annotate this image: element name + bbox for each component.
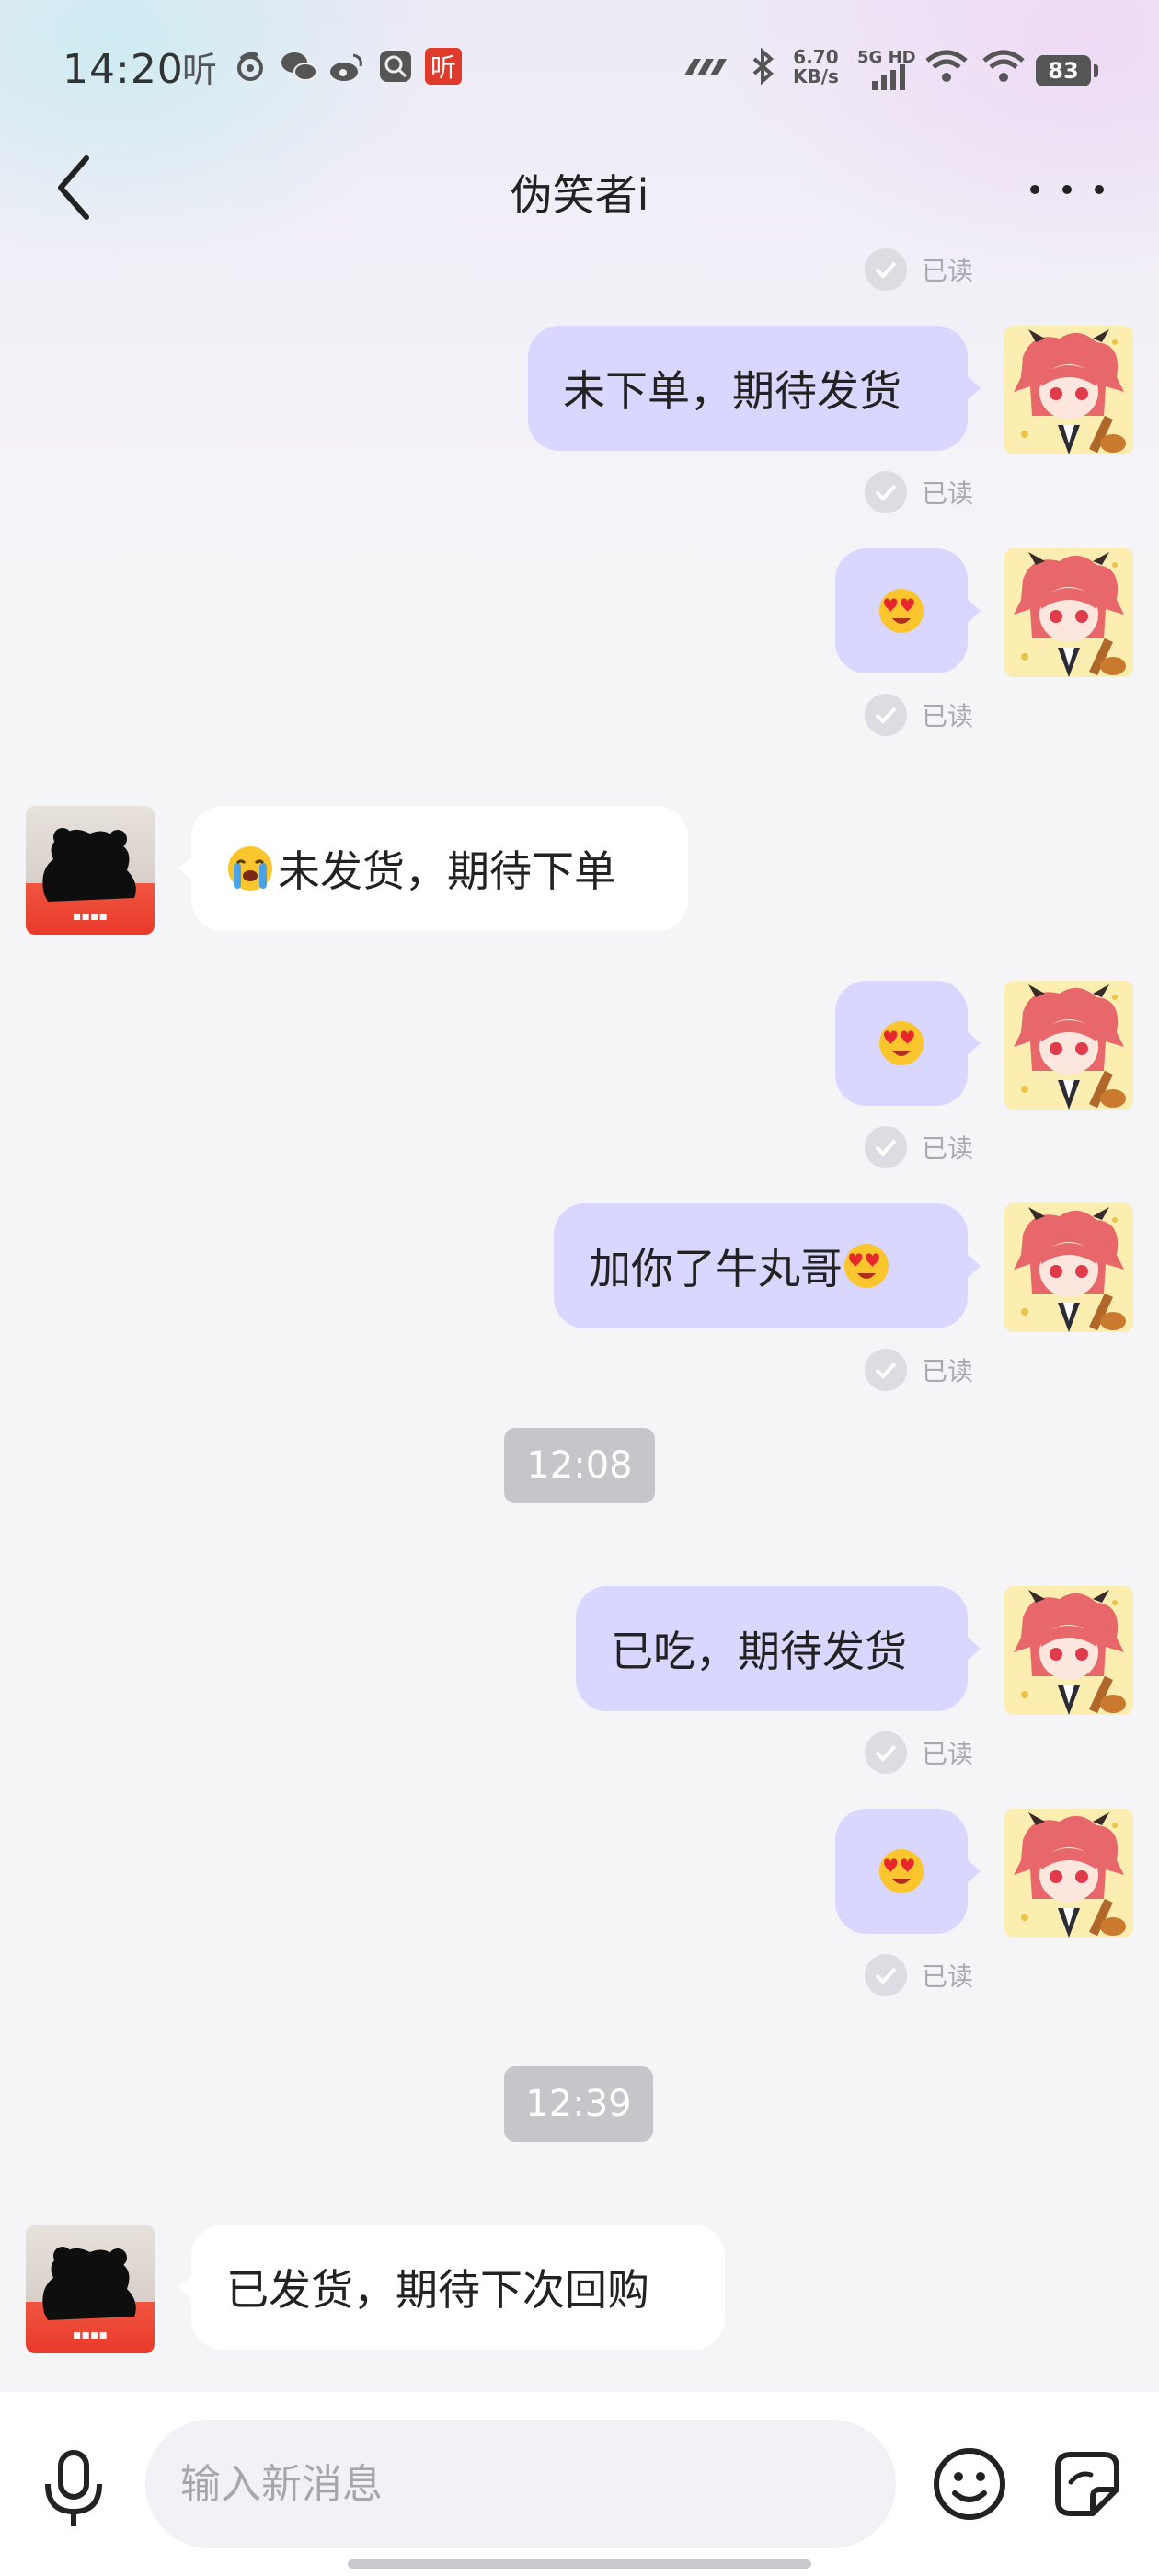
read-check-icon — [865, 1954, 907, 1996]
search-app-icon — [380, 51, 411, 82]
message-bubble-incoming[interactable]: 已发货，期待下次回购 — [178, 2225, 725, 2350]
my-avatar[interactable] — [1004, 1809, 1133, 1938]
read-check-icon — [865, 1731, 907, 1774]
cellular-signal-icon — [872, 64, 905, 90]
message-row: 未发货，期待下单 — [0, 806, 1159, 935]
read-label: 已读 — [922, 1739, 974, 1769]
my-avatar[interactable] — [1004, 1203, 1133, 1332]
message-bubble-outgoing[interactable] — [835, 1809, 981, 1934]
read-receipt: 已读 — [865, 471, 973, 513]
time-divider: 12:39 — [504, 2066, 653, 2142]
message-bubble-outgoing[interactable] — [835, 548, 981, 673]
message-row: 已发货，期待下次回购 — [0, 2225, 1159, 2353]
read-label: 已读 — [922, 256, 974, 286]
my-avatar[interactable] — [1004, 548, 1133, 677]
message-bubble-outgoing[interactable]: 未下单，期待发货 — [528, 326, 981, 451]
weibo-icon — [330, 53, 362, 81]
speed-unit: KB/s — [793, 65, 839, 87]
my-avatar[interactable] — [1004, 326, 1133, 454]
swirl-app-icon — [237, 52, 263, 81]
message-row — [0, 548, 1159, 677]
message-bubble-outgoing[interactable]: 已吃，期待发货 — [576, 1586, 981, 1711]
chat-header: 伪笑者i — [0, 144, 1159, 254]
status-bar: 14:20 听 听 6.70 KB/s 5G HD 83 — [0, 0, 1159, 144]
read-check-icon — [865, 694, 907, 736]
loudly-crying-emoji — [226, 845, 274, 892]
read-receipt: 已读 — [865, 1731, 973, 1774]
ting-app-icon: 听 — [182, 49, 218, 90]
read-receipt: 已读 — [865, 248, 973, 291]
ting-red-app-icon: 听 — [425, 48, 462, 85]
read-label: 已读 — [922, 1133, 974, 1164]
message-row: 未下单，期待发货 — [0, 326, 1159, 454]
message-bubble-outgoing[interactable]: 加你了牛丸哥 — [554, 1203, 981, 1328]
message-bubble-outgoing[interactable] — [835, 981, 981, 1106]
status-time: 14:20 — [63, 46, 184, 93]
chat-title: 伪笑者i — [510, 170, 649, 220]
read-check-icon — [865, 1126, 907, 1168]
read-receipt: 已读 — [865, 1126, 973, 1168]
message-text: 已发货，期待下次回购 — [226, 2265, 649, 2315]
message-text: 未下单，期待发货 — [563, 366, 901, 416]
read-check-icon — [865, 1349, 907, 1391]
speed-value: 6.70 — [793, 46, 839, 68]
message-text: 未发货，期待下单 — [278, 846, 616, 896]
message-input-bar — [0, 2392, 1159, 2576]
heart-eyes-emoji — [879, 1021, 924, 1065]
message-input[interactable] — [145, 2420, 896, 2548]
read-check-icon — [865, 248, 907, 291]
heart-eyes-emoji — [844, 1244, 889, 1288]
time-divider: 12:08 — [504, 1428, 655, 1503]
my-avatar[interactable] — [1004, 1586, 1133, 1715]
read-label: 已读 — [922, 701, 974, 731]
read-receipt: 已读 — [865, 694, 973, 736]
heart-eyes-emoji — [879, 1849, 924, 1893]
read-label: 已读 — [922, 1356, 974, 1386]
signal-brand-icon — [684, 59, 727, 75]
wechat-icon — [281, 52, 317, 81]
message-row — [0, 1809, 1159, 1938]
read-receipt: 已读 — [865, 1954, 973, 1996]
battery-indicator: 83 — [1036, 55, 1098, 86]
my-avatar[interactable] — [1004, 981, 1133, 1110]
sticker-icon[interactable] — [1049, 2445, 1126, 2523]
read-check-icon — [865, 471, 907, 513]
wifi-icon — [925, 50, 968, 82]
message-bubble-incoming[interactable]: 未发货，期待下单 — [178, 806, 688, 931]
message-row: 加你了牛丸哥 — [0, 1203, 1159, 1332]
bluetooth-icon — [752, 48, 775, 85]
read-label: 已读 — [922, 478, 974, 509]
more-horizontal-icon[interactable] — [1030, 171, 1104, 208]
message-text: 加你了牛丸哥 — [589, 1244, 843, 1294]
message-text: 已吃，期待发货 — [611, 1627, 907, 1676]
read-label: 已读 — [922, 1961, 974, 1992]
message-row — [0, 981, 1159, 1110]
network-speed: 6.70 KB/s — [793, 48, 839, 86]
contact-avatar[interactable] — [26, 2225, 155, 2353]
wifi-icon-2 — [982, 50, 1025, 82]
heart-eyes-emoji — [879, 589, 924, 633]
smiley-icon[interactable] — [931, 2445, 1008, 2523]
contact-avatar[interactable] — [26, 806, 155, 935]
read-receipt: 已读 — [865, 1349, 973, 1391]
message-row: 已吃，期待发货 — [0, 1586, 1159, 1715]
microphone-icon[interactable] — [37, 2447, 110, 2530]
home-indicator[interactable] — [348, 2559, 811, 2569]
